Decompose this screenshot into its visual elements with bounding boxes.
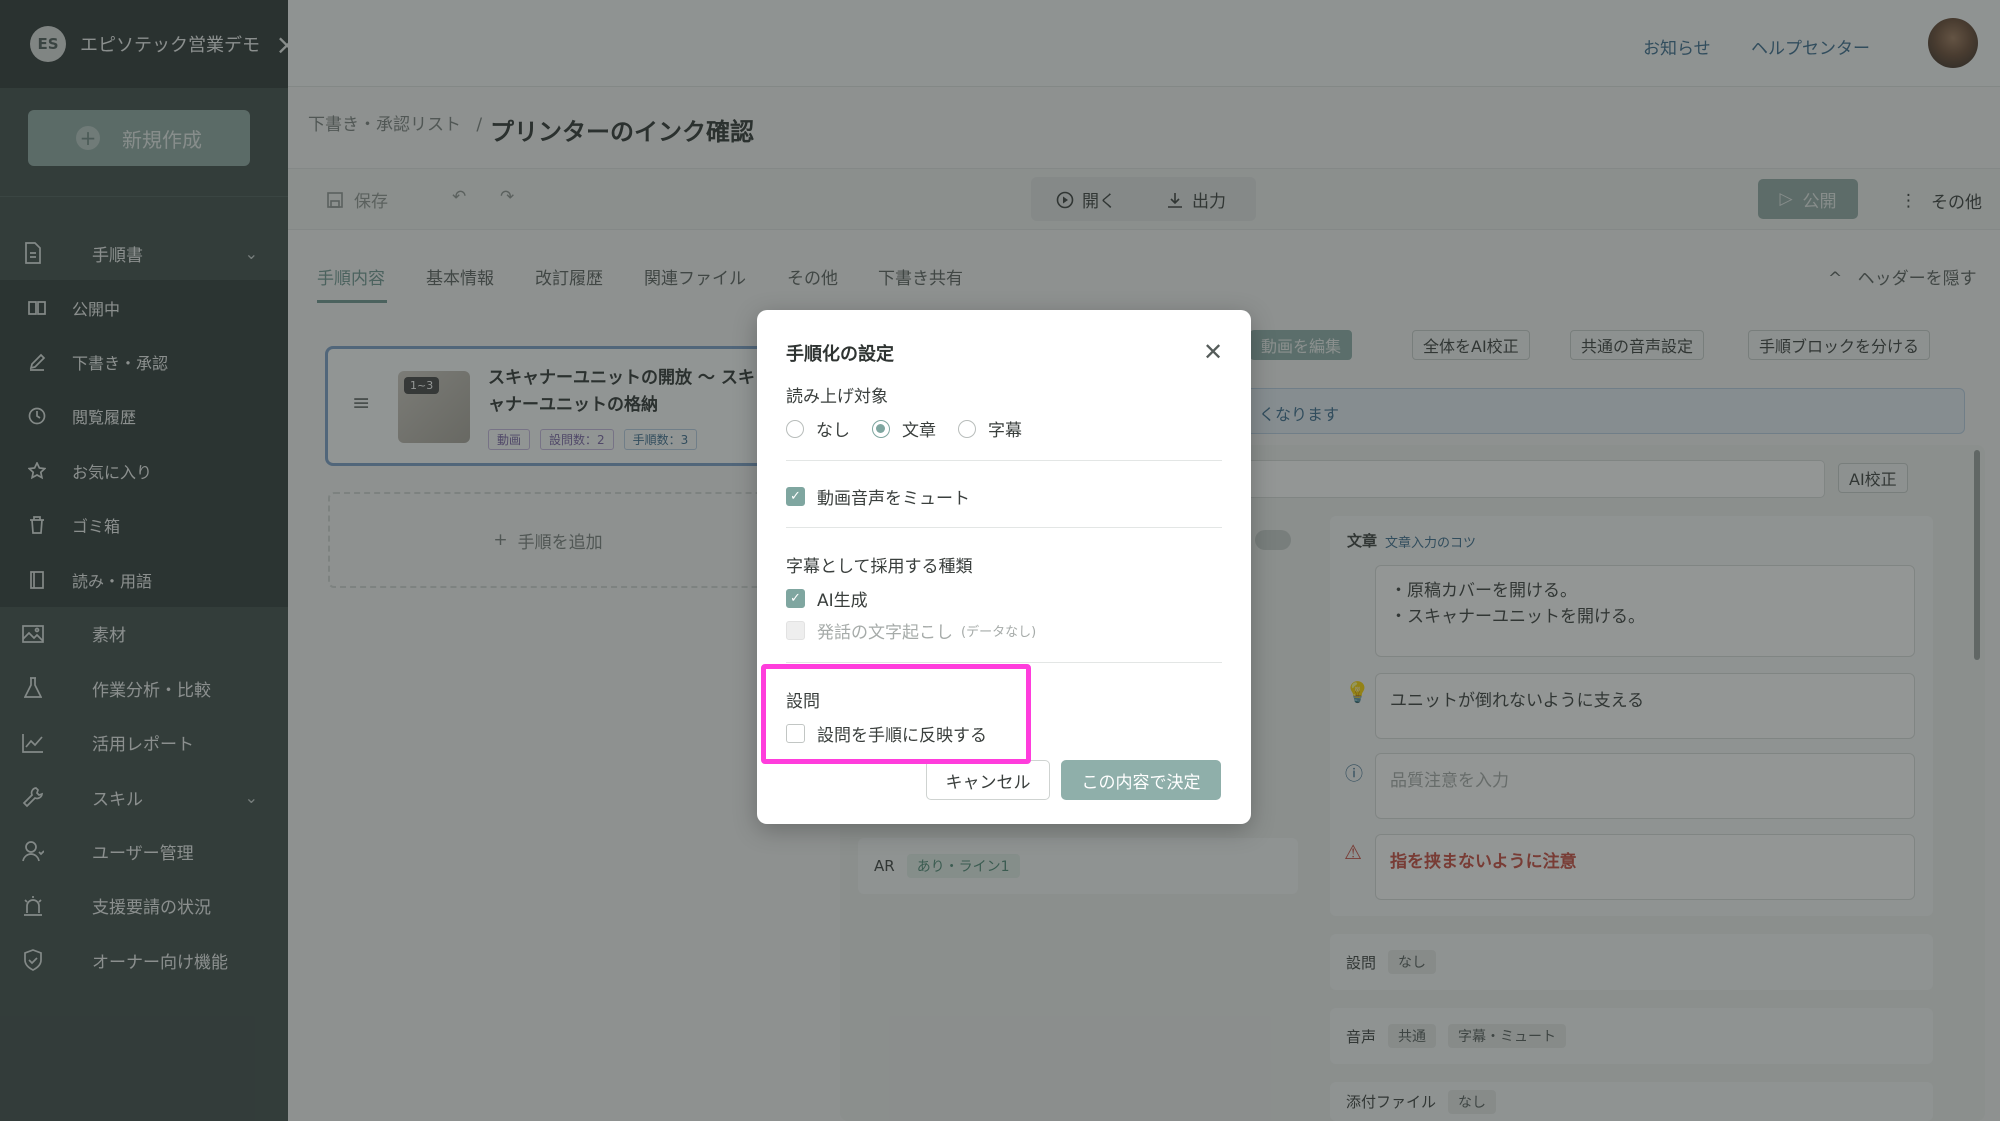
close-icon[interactable]: ✕ — [1203, 338, 1223, 366]
radio-label: 文章 — [902, 421, 936, 441]
dialog-title: 手順化の設定 — [786, 344, 894, 365]
radio-button[interactable] — [786, 419, 804, 438]
read-target-radio-group: なし 文章 字幕 — [786, 416, 1044, 441]
radio-label: なし — [816, 421, 850, 441]
mute-label: 動画音声をミュート — [817, 489, 970, 509]
checkbox-checked[interactable]: ✓ — [786, 589, 805, 608]
transcription-checkbox-row: 発話の文字起こし (データなし) — [786, 618, 1036, 643]
mute-checkbox-row[interactable]: ✓ 動画音声をミュート — [786, 484, 970, 509]
transcription-label: 発話の文字起こし — [817, 623, 953, 643]
subtitle-kind-label: 字幕として採用する種類 — [786, 557, 973, 577]
divider — [786, 662, 1222, 663]
ai-generated-label: AI生成 — [817, 591, 868, 611]
radio-button[interactable] — [958, 419, 976, 438]
read-target-label: 読み上げ対象 — [786, 387, 888, 407]
divider — [786, 460, 1222, 461]
confirm-button[interactable]: この内容で決定 — [1061, 760, 1221, 800]
checkbox-checked[interactable]: ✓ — [786, 487, 805, 506]
checkbox-disabled — [786, 621, 805, 640]
no-data-note: (データなし) — [961, 625, 1037, 640]
radio-none[interactable]: なし — [786, 416, 850, 441]
radio-button-selected[interactable] — [872, 419, 890, 438]
radio-text[interactable]: 文章 — [872, 416, 936, 441]
highlight-annotation — [761, 664, 1031, 764]
radio-subtitle[interactable]: 字幕 — [958, 416, 1022, 441]
cancel-button[interactable]: キャンセル — [926, 760, 1050, 800]
radio-label: 字幕 — [988, 421, 1022, 441]
divider — [786, 527, 1222, 528]
ai-generated-checkbox-row[interactable]: ✓ AI生成 — [786, 586, 868, 611]
